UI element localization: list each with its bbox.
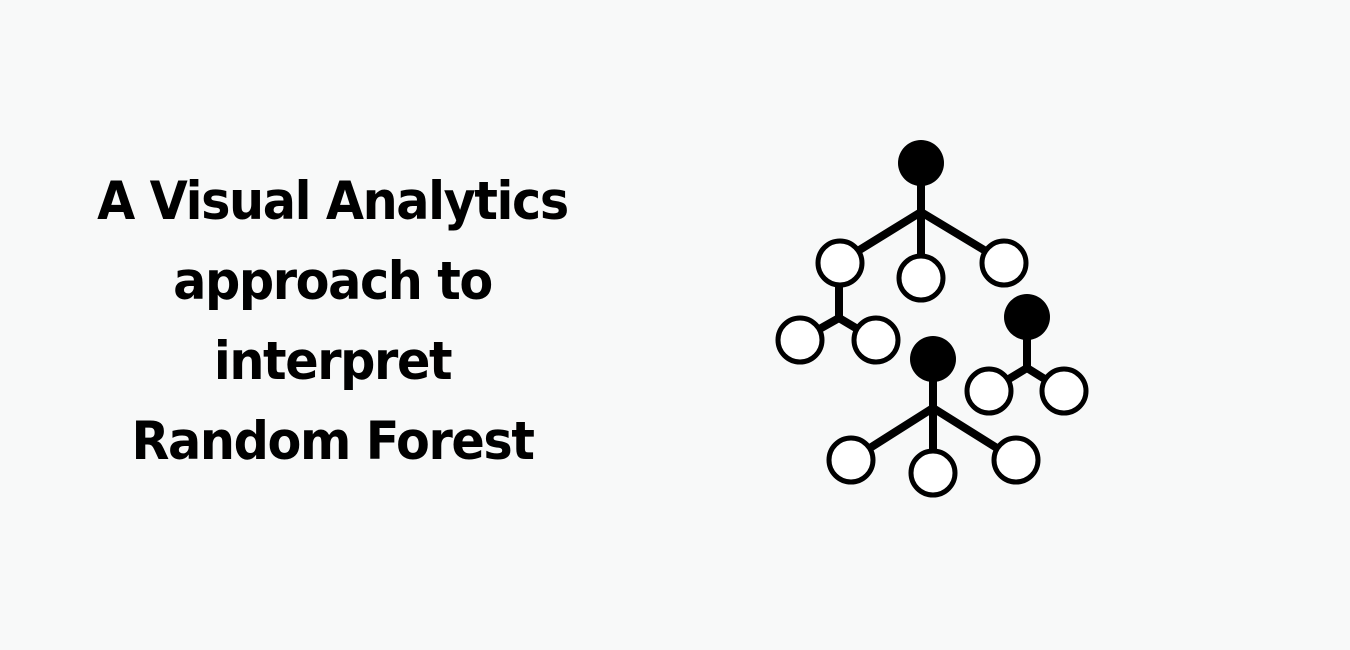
- forest-graphic: [775, 140, 1089, 498]
- node: [908, 448, 958, 498]
- node: [964, 366, 1014, 416]
- title-line-3: interpret: [213, 331, 453, 392]
- root-node: [1004, 294, 1050, 340]
- node: [815, 238, 865, 288]
- node: [826, 435, 876, 485]
- node: [896, 253, 946, 303]
- title-line-4: Random Forest: [131, 411, 534, 472]
- root-node: [910, 336, 956, 382]
- root-node: [898, 140, 944, 186]
- node: [851, 315, 901, 365]
- node: [1039, 366, 1089, 416]
- title-line-2: approach to: [173, 251, 493, 312]
- title-line-1: A Visual Analytics: [97, 171, 569, 232]
- random-forest-trees-icon: [760, 130, 1110, 510]
- page-title: A Visual Analytics approach to interpret…: [60, 162, 605, 482]
- node: [775, 315, 825, 365]
- node: [991, 435, 1041, 485]
- node: [979, 238, 1029, 288]
